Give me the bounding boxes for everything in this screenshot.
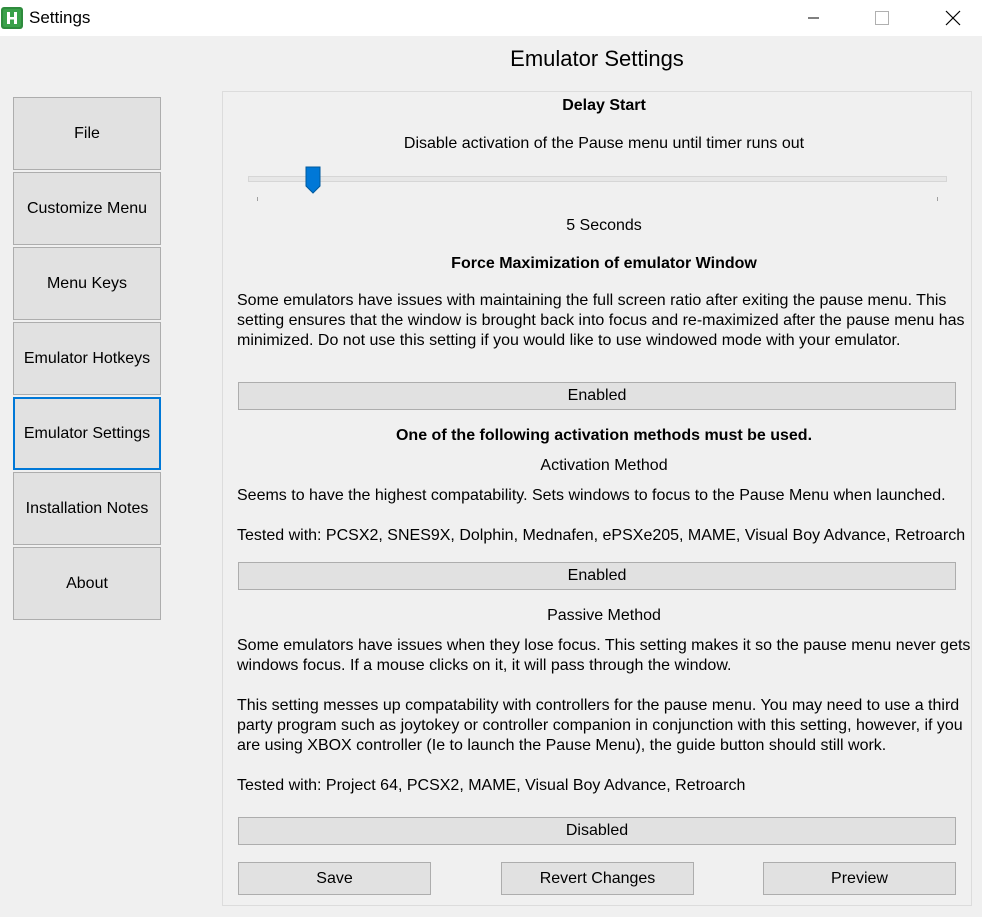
app-icon: [1, 7, 23, 29]
maximize-button[interactable]: [858, 0, 904, 36]
sidebar-item-emulator-hotkeys[interactable]: Emulator Hotkeys: [13, 322, 161, 395]
passive-method-heading: Passive Method: [547, 607, 661, 624]
slider-thumb-icon: [305, 166, 321, 194]
force-max-description: Some emulators have issues with maintain…: [237, 292, 965, 349]
title-bar[interactable]: Settings: [0, 0, 982, 36]
sidebar-item-menu-keys[interactable]: Menu Keys: [13, 247, 161, 320]
sidebar-item-file[interactable]: File: [13, 97, 161, 170]
minimize-button[interactable]: [790, 0, 836, 36]
activation-notice: One of the following activation methods …: [395, 427, 813, 444]
force-max-toggle-button[interactable]: Enabled: [238, 382, 956, 410]
settings-window: Settings Emulator Settings File Customiz…: [0, 0, 982, 917]
slider-tick-end: [937, 197, 938, 201]
page-title: Emulator Settings: [510, 46, 684, 71]
activation-toggle-button[interactable]: Enabled: [238, 562, 956, 590]
slider-tick-start: [257, 197, 258, 201]
maximize-icon: [875, 11, 889, 25]
delay-start-heading: Delay Start: [562, 97, 646, 114]
passive-toggle-button[interactable]: Disabled: [238, 817, 956, 845]
window-title: Settings: [29, 8, 91, 27]
save-button[interactable]: Save: [238, 862, 431, 895]
sidebar-item-installation-notes[interactable]: Installation Notes: [13, 472, 161, 545]
preview-button[interactable]: Preview: [763, 862, 956, 895]
passive-warning: This setting messes up compatability wit…: [237, 697, 963, 754]
delay-slider-thumb[interactable]: [305, 166, 321, 194]
minimize-icon: [808, 17, 819, 19]
activation-tested: Tested with: PCSX2, SNES9X, Dolphin, Med…: [237, 527, 966, 544]
revert-changes-button[interactable]: Revert Changes: [501, 862, 694, 895]
close-icon: [945, 10, 961, 26]
close-button[interactable]: [929, 0, 975, 36]
sidebar-item-about[interactable]: About: [13, 547, 161, 620]
sidebar-item-customize-menu[interactable]: Customize Menu: [13, 172, 161, 245]
delay-slider-track[interactable]: [248, 176, 947, 182]
delay-value-label: 5 Seconds: [566, 217, 642, 234]
activation-method-heading: Activation Method: [540, 457, 668, 474]
passive-tested: Tested with: Project 64, PCSX2, MAME, Vi…: [237, 777, 746, 794]
passive-description: Some emulators have issues when they los…: [237, 637, 971, 674]
delay-start-description: Disable activation of the Pause menu unt…: [403, 135, 805, 152]
force-max-heading: Force Maximization of emulator Window: [451, 255, 757, 272]
sidebar-item-emulator-settings[interactable]: Emulator Settings: [13, 397, 161, 470]
activation-description: Seems to have the highest compatability.…: [237, 487, 946, 504]
